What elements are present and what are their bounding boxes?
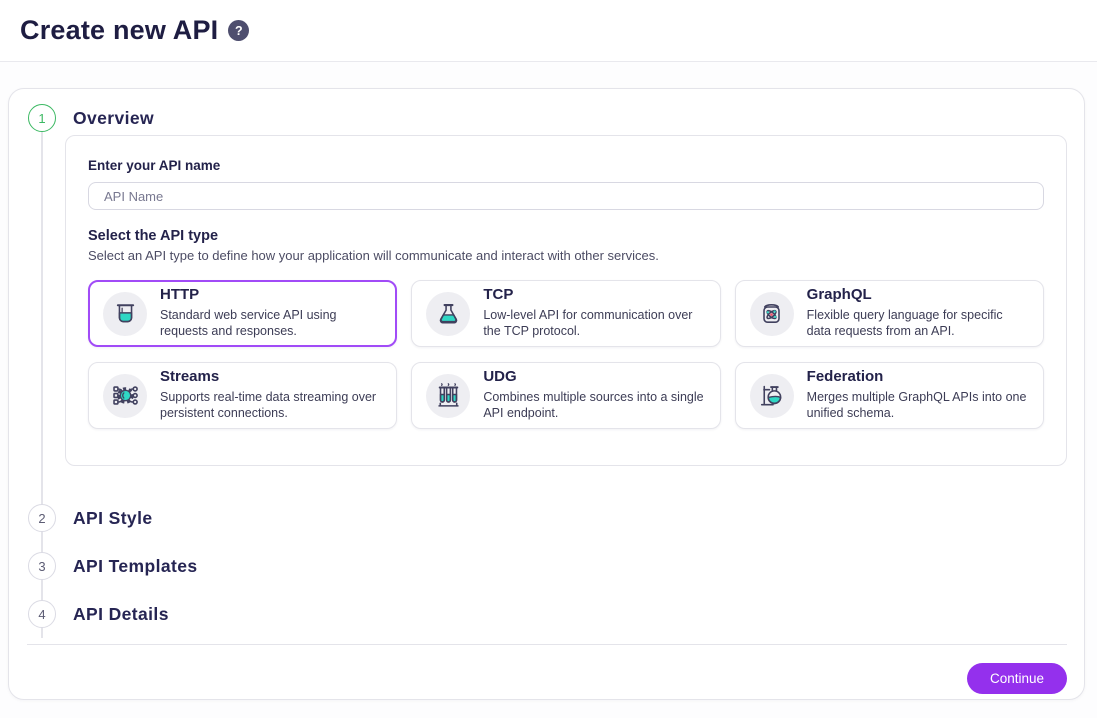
wizard-footer: Continue [9,645,1084,694]
step-1-label: Overview [73,108,154,129]
api-type-description: Select an API type to define how your ap… [88,248,1044,263]
beaker-icon [103,292,147,336]
step-4-indicator: 4 [28,600,56,628]
type-card-title: Federation [807,369,1029,386]
api-type-card-tcp[interactable]: TCP Low-level API for communication over… [411,280,720,347]
type-card-description: Flexible query language for specific dat… [807,307,1029,340]
type-card-description: Low-level API for communication over the… [483,307,705,340]
step-4-label: API Details [73,604,169,625]
api-type-card-udg[interactable]: UDG Combines multiple sources into a sin… [411,362,720,429]
step-3-label: API Templates [73,556,198,577]
help-icon[interactable]: ? [228,20,249,41]
api-type-card-graphql[interactable]: GraphQL Flexible query language for spec… [735,280,1044,347]
round-flask-icon [750,374,794,418]
api-type-card-http[interactable]: HTTP Standard web service API using requ… [88,280,397,347]
type-card-title: Streams [160,369,382,386]
type-card-title: UDG [483,369,705,386]
api-type-card-streams[interactable]: Streams Supports real-time data streamin… [88,362,397,429]
stream-gear-icon [103,374,147,418]
stepper-step-api-style: 2 API Style [9,504,1084,532]
type-card-description: Standard web service API using requests … [160,307,382,340]
type-card-title: HTTP [160,287,382,304]
type-card-text: GraphQL Flexible query language for spec… [807,287,1029,340]
atom-jar-icon [750,292,794,336]
page-content: 1 Overview Enter your API name Select th… [0,88,1097,700]
step-2-indicator: 2 [28,504,56,532]
stepper-step-api-templates: 3 API Templates [9,552,1084,580]
stepper-lower: 2 API Style 3 API Templates 4 API Detail… [9,504,1084,628]
api-name-input[interactable] [88,182,1044,210]
step-2-label: API Style [73,508,152,529]
type-card-title: TCP [483,287,705,304]
type-card-text: HTTP Standard web service API using requ… [160,287,382,340]
page-header: Create new API ? [0,0,1097,62]
erlenmeyer-flask-icon [426,292,470,336]
overview-panel: Enter your API name Select the API type … [65,135,1067,466]
stepper-step-overview: 1 Overview [9,104,1084,132]
type-card-text: UDG Combines multiple sources into a sin… [483,369,705,422]
select-api-type-label: Select the API type [88,228,1044,244]
create-api-panel: 1 Overview Enter your API name Select th… [8,88,1085,700]
type-card-description: Merges multiple GraphQL APIs into one un… [807,389,1029,422]
step-1-indicator: 1 [28,104,56,132]
api-type-grid: HTTP Standard web service API using requ… [88,280,1044,429]
page-title: Create new API [20,15,218,46]
type-card-text: Federation Merges multiple GraphQL APIs … [807,369,1029,422]
type-card-text: Streams Supports real-time data streamin… [160,369,382,422]
stepper-step-api-details: 4 API Details [9,600,1084,628]
type-card-description: Combines multiple sources into a single … [483,389,705,422]
test-tube-rack-icon [426,374,470,418]
type-card-description: Supports real-time data streaming over p… [160,389,382,422]
type-card-text: TCP Low-level API for communication over… [483,287,705,340]
step-3-indicator: 3 [28,552,56,580]
continue-button[interactable]: Continue [967,663,1067,694]
api-name-label: Enter your API name [88,158,1044,173]
api-type-card-federation[interactable]: Federation Merges multiple GraphQL APIs … [735,362,1044,429]
type-card-title: GraphQL [807,287,1029,304]
